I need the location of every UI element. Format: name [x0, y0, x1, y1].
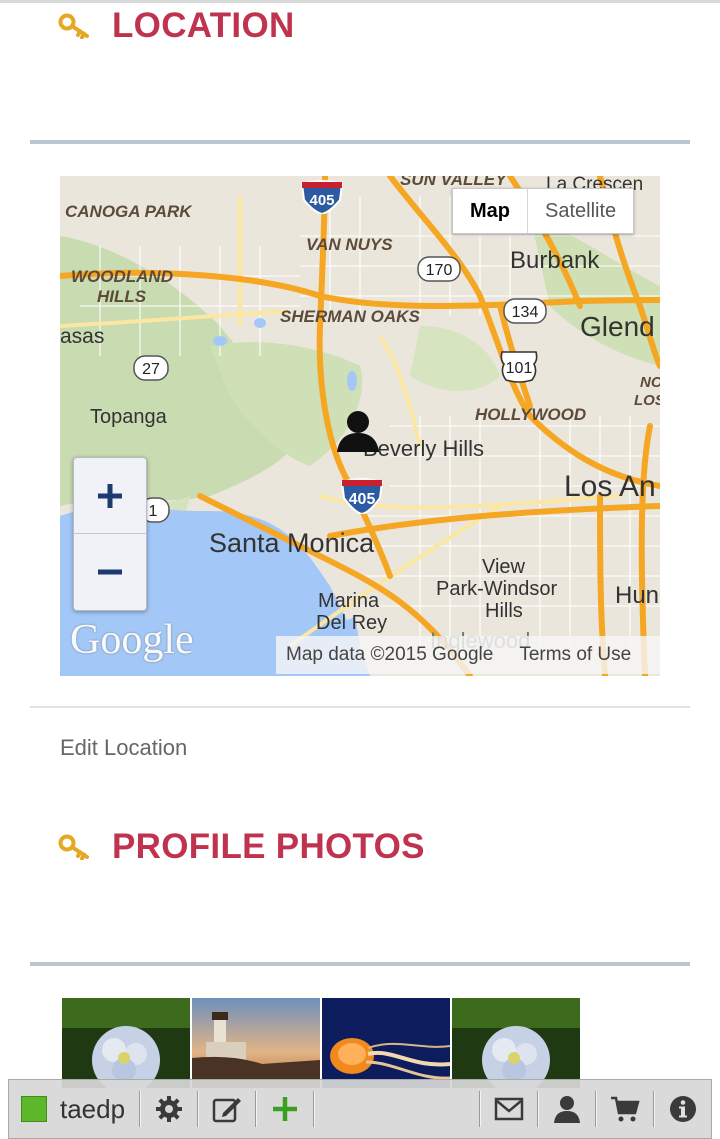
map-attribution: Map data ©2015 Google: [286, 644, 494, 665]
state-route-shield-icon: 27: [133, 355, 169, 381]
minus-icon: [98, 569, 122, 574]
info-button[interactable]: [655, 1080, 711, 1138]
jellyfish-photo: [322, 998, 450, 1088]
svg-text:405: 405: [309, 192, 334, 209]
map-label: HILLS: [97, 287, 147, 306]
settings-button[interactable]: [141, 1080, 197, 1138]
map-label: Hills: [485, 600, 523, 622]
compose-button[interactable]: [199, 1080, 255, 1138]
photo-thumbnail[interactable]: [322, 998, 450, 1088]
map-label: Marina: [318, 590, 380, 612]
hydrangea-photo: [452, 998, 580, 1088]
interstate-shield-icon: 405: [300, 180, 344, 214]
key-icon: [58, 13, 89, 39]
map-label: Del Rey: [316, 612, 388, 634]
map-label: Santa Monica: [209, 528, 375, 558]
svg-text:101: 101: [506, 360, 533, 377]
profile-photos-header: PROFILE PHOTOS: [58, 827, 425, 867]
map-label: asas: [60, 325, 105, 348]
map-label: Topanga: [90, 406, 167, 428]
plus-icon: [98, 483, 122, 508]
key-icon: [58, 834, 89, 860]
username: taedp: [60, 1093, 126, 1124]
online-status-indicator: [21, 1096, 47, 1122]
interstate-shield-icon: 405: [340, 478, 384, 514]
location-title: LOCATION: [112, 6, 295, 45]
top-divider: [0, 0, 720, 3]
map-label: Park-Windsor: [436, 578, 558, 600]
lighthouse-photo: [192, 998, 320, 1088]
map-divider: [30, 706, 690, 708]
map-type-satellite-button[interactable]: Satellite: [528, 189, 633, 233]
map-type-control: Map Satellite: [452, 188, 635, 234]
messages-button[interactable]: [481, 1080, 537, 1138]
mail-icon: [494, 1097, 524, 1121]
profile-photos-title: PROFILE PHOTOS: [112, 827, 425, 866]
google-logo: Google: [70, 617, 194, 663]
user-status-chip[interactable]: taedp: [9, 1080, 139, 1138]
map-label: Los An: [564, 470, 656, 503]
map-label: WOODLAND: [71, 267, 173, 286]
photo-strip: [62, 998, 580, 1088]
photo-thumbnail[interactable]: [62, 998, 190, 1088]
zoom-in-button[interactable]: [74, 458, 146, 534]
edit-location-link[interactable]: Edit Location: [60, 735, 187, 761]
map-label: Burbank: [510, 247, 600, 274]
person-marker-icon[interactable]: [335, 408, 381, 454]
bottom-toolbar: taedp: [8, 1079, 712, 1139]
gear-icon: [156, 1096, 183, 1122]
map-label: NO: [640, 374, 660, 391]
map-label: HOLLYWOOD: [475, 405, 587, 424]
zoom-out-button[interactable]: [74, 534, 146, 609]
plus-icon: [273, 1097, 298, 1121]
photo-thumbnail[interactable]: [192, 998, 320, 1088]
map-label: Beverly Hills: [363, 436, 485, 461]
cart-button[interactable]: [597, 1080, 653, 1138]
svg-text:27: 27: [142, 361, 160, 378]
terms-of-use-link[interactable]: Terms of Use: [519, 644, 631, 666]
svg-text:170: 170: [426, 262, 453, 279]
photo-thumbnail[interactable]: [452, 998, 580, 1088]
section-divider: [30, 140, 690, 144]
svg-text:1: 1: [149, 503, 158, 520]
zoom-control: [73, 457, 147, 611]
section-divider: [30, 962, 690, 966]
hydrangea-photo: [62, 998, 190, 1088]
location-map[interactable]: CANOGA PARK SUN VALLEY La Crescen VAN NU…: [60, 176, 660, 676]
state-route-shield-icon: 134: [503, 298, 547, 324]
svg-text:134: 134: [512, 304, 539, 321]
map-type-map-button[interactable]: Map: [453, 189, 528, 233]
cart-icon: [611, 1096, 640, 1122]
state-route-shield-icon: 170: [417, 256, 461, 282]
profile-button[interactable]: [539, 1080, 595, 1138]
map-label: CANOGA PARK: [65, 202, 192, 221]
svg-text:405: 405: [349, 491, 376, 508]
map-label: SHERMAN OAKS: [280, 307, 420, 326]
add-button[interactable]: [257, 1080, 313, 1138]
info-icon: [670, 1096, 696, 1122]
toolbar-separator: [313, 1091, 316, 1127]
map-label: Hun: [615, 582, 660, 609]
map-label: VAN NUYS: [306, 235, 393, 254]
map-label: LOS: [634, 392, 660, 409]
map-label: Glend: [580, 311, 655, 342]
map-label: View: [482, 556, 525, 578]
user-icon: [554, 1096, 580, 1123]
edit-icon: [212, 1098, 242, 1123]
location-header: LOCATION: [58, 6, 295, 46]
map-attribution-bar: Map data ©2015 Google Terms of Use: [276, 636, 660, 674]
us-route-shield-icon: 101: [500, 351, 538, 383]
